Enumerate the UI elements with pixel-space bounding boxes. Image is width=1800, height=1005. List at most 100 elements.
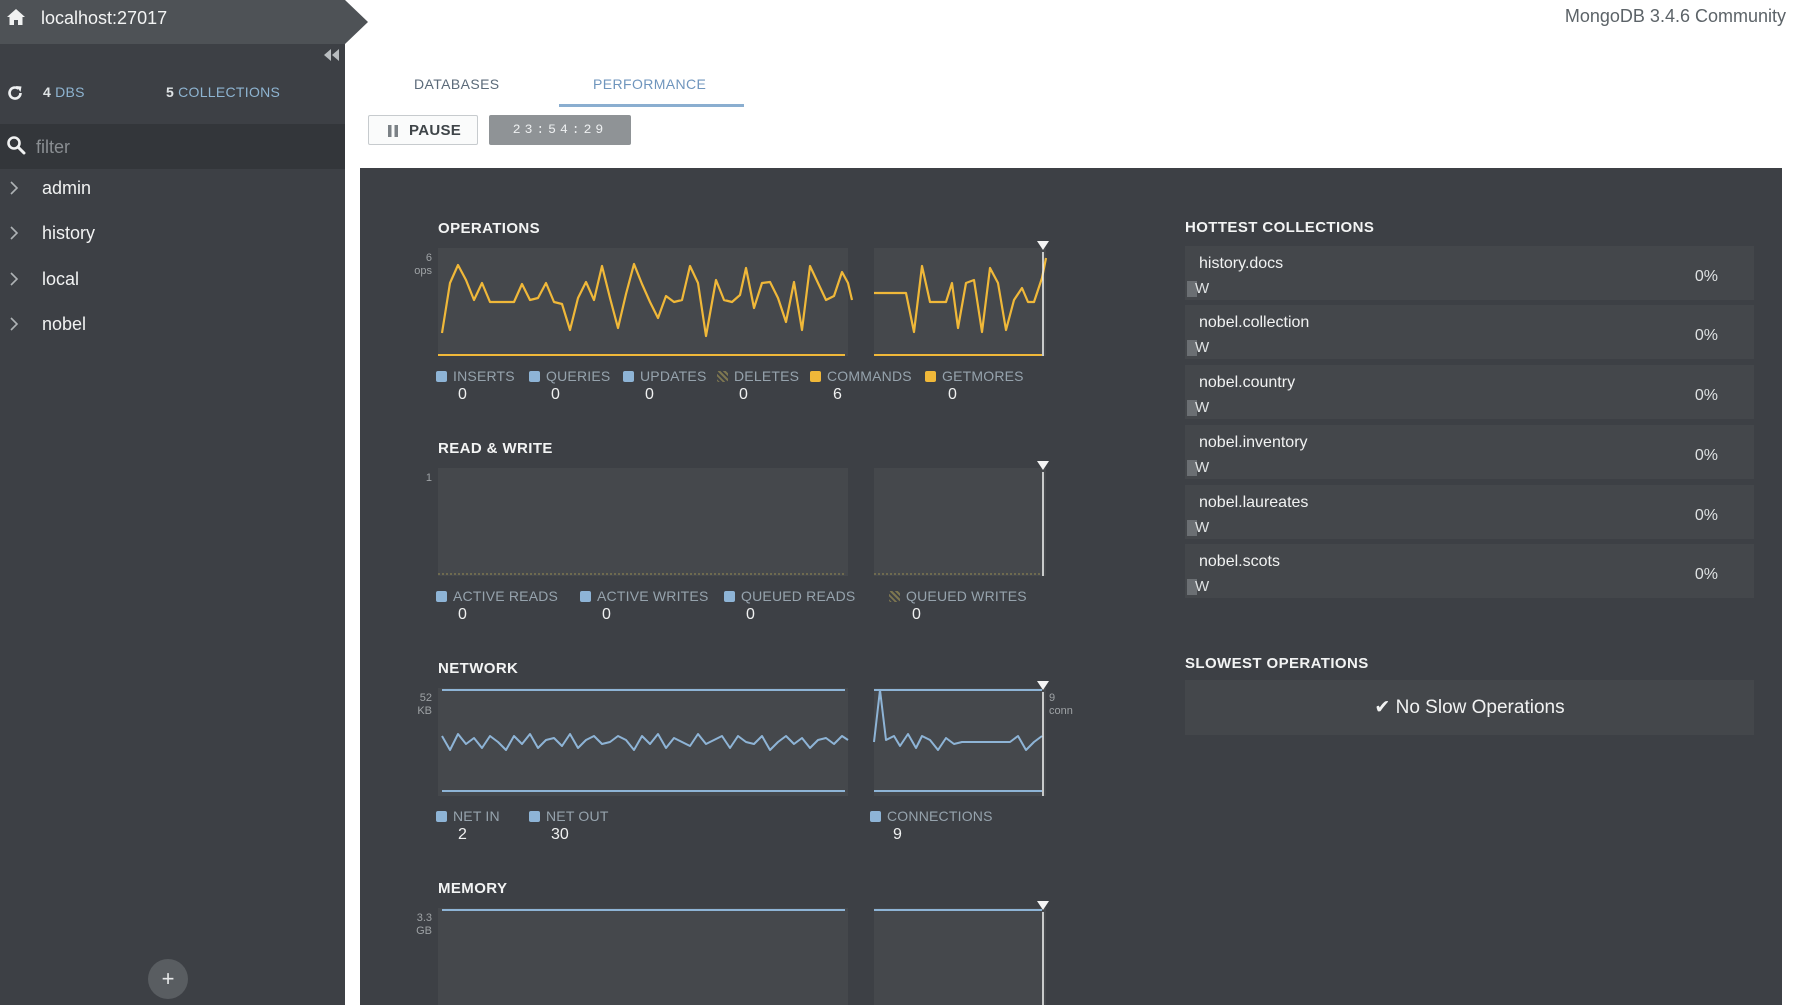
write-indicator: W (1195, 399, 1210, 416)
network-chart (438, 681, 1049, 796)
memory-y-max: 3.3 GB (416, 912, 432, 937)
hot-collection-row: nobel.collection 0% W (1185, 305, 1754, 359)
connection-host: localhost:27017 (41, 8, 168, 28)
database-name: history (42, 223, 96, 243)
collection-percent: 0% (1694, 387, 1718, 404)
sidebar-item-admin[interactable]: admin (0, 168, 345, 208)
legend-deletes: DELETES (717, 368, 799, 384)
network-y-max: 52 KB (417, 692, 432, 717)
chevron-right-icon (10, 181, 19, 195)
database-name: nobel (42, 314, 87, 334)
legend-connections-value: 9 (893, 826, 902, 843)
pause-icon (388, 125, 398, 137)
collection-name: nobel.inventory (1199, 434, 1308, 451)
network-y2-max: 9 conn (1049, 692, 1073, 717)
network-title: NETWORK (438, 660, 519, 677)
chart-area (438, 468, 1046, 576)
sidebar-item-nobel[interactable]: nobel (0, 304, 345, 344)
chevron-right-icon (10, 226, 19, 240)
operations-chart (438, 241, 1049, 356)
collection-name: nobel.country (1199, 374, 1296, 391)
legend-inserts: INSERTS (436, 368, 515, 384)
legend-active-reads-value: 0 (458, 606, 467, 623)
legend-updates: UPDATES (623, 368, 707, 384)
sidebar-item-history[interactable]: history (0, 213, 345, 253)
plus-icon: + (161, 966, 175, 991)
legend-queries-value: 0 (551, 386, 560, 403)
hot-collection-row: nobel.country 0% W (1185, 365, 1754, 419)
operations-title: OPERATIONS (438, 220, 541, 237)
collapse-sidebar-icon[interactable] (320, 47, 342, 63)
legend-queries: QUERIES (529, 368, 610, 384)
write-indicator: W (1195, 519, 1210, 536)
connection-header-arrow (345, 0, 368, 44)
read-write-title: READ & WRITE (438, 440, 553, 457)
operations-y-max: 6 ops (414, 252, 432, 277)
legend-net-out-value: 30 (551, 826, 569, 843)
legend-updates-value: 0 (645, 386, 654, 403)
legend-commands: COMMANDS (810, 368, 912, 384)
chart-area (438, 908, 1046, 1005)
hot-collection-row: history.docs 0% W (1185, 246, 1754, 300)
memory-chart (438, 901, 1049, 1005)
tab-databases[interactable]: DATABASES (414, 76, 500, 92)
chevron-right-icon (10, 272, 19, 286)
collection-percent: 0% (1694, 327, 1718, 344)
legend-active-writes: ACTIVE WRITES (580, 588, 709, 604)
legend-commands-value: 6 (833, 386, 842, 403)
active-tab-indicator (559, 104, 744, 107)
read-write-y-max: 1 (425, 472, 432, 484)
hottest-collections-title: HOTTEST COLLECTIONS (1185, 219, 1375, 236)
slowest-operations-title: SLOWEST OPERATIONS (1185, 655, 1369, 672)
filter-input[interactable] (34, 129, 328, 165)
home-icon (7, 9, 25, 25)
elapsed-timer: 23:54:29 (489, 115, 631, 145)
collection-name: nobel.scots (1199, 553, 1280, 570)
legend-queued-reads-value: 0 (746, 606, 755, 623)
legend-queued-writes: QUEUED WRITES (889, 588, 1027, 604)
collection-name: nobel.collection (1199, 314, 1310, 331)
legend-net-in-value: 2 (458, 826, 467, 843)
collections-count: 5 COLLECTIONS (166, 84, 281, 100)
legend-inserts-value: 0 (458, 386, 467, 403)
chart-gap (848, 468, 874, 576)
write-indicator: W (1195, 578, 1210, 595)
dbs-count: 4 DBS (43, 84, 85, 100)
tab-performance[interactable]: PERFORMANCE (593, 76, 706, 92)
collection-percent: 0% (1694, 566, 1718, 583)
hot-collection-row: nobel.inventory 0% W (1185, 425, 1754, 479)
database-name: local (42, 269, 80, 289)
legend-getmores: GETMORES (925, 368, 1024, 384)
legend-active-writes-value: 0 (602, 606, 611, 623)
collection-percent: 0% (1694, 447, 1718, 464)
server-version: MongoDB 3.4.6 Community (1564, 6, 1786, 26)
legend-net-in: NET IN (436, 808, 500, 824)
memory-title: MEMORY (438, 880, 508, 897)
add-database-button[interactable]: + (148, 959, 188, 999)
hot-collection-row: nobel.laureates 0% W (1185, 485, 1754, 539)
chart-gap (848, 688, 874, 796)
pause-label: PAUSE (409, 122, 462, 139)
write-indicator: W (1195, 459, 1210, 476)
legend-connections: CONNECTIONS (870, 808, 993, 824)
refresh-icon[interactable] (6, 84, 24, 102)
chart-gap (848, 248, 874, 356)
collection-name: history.docs (1199, 255, 1284, 272)
no-slow-operations-message: ✔ No Slow Operations (1374, 697, 1565, 718)
legend-active-reads: ACTIVE READS (436, 588, 558, 604)
legend-net-out: NET OUT (529, 808, 609, 824)
collection-percent: 0% (1694, 268, 1718, 285)
legend-queued-writes-value: 0 (912, 606, 921, 623)
chevron-right-icon (10, 317, 19, 331)
write-indicator: W (1195, 280, 1210, 297)
collection-percent: 0% (1694, 507, 1718, 524)
collection-name: nobel.laureates (1199, 494, 1309, 511)
chart-gap (848, 908, 874, 1005)
search-icon (7, 136, 26, 155)
legend-getmores-value: 0 (948, 386, 957, 403)
sidebar-item-local[interactable]: local (0, 259, 345, 299)
hot-collection-row: nobel.scots 0% W (1185, 544, 1754, 598)
write-indicator: W (1195, 339, 1210, 356)
legend-deletes-value: 0 (739, 386, 748, 403)
read-write-chart (438, 461, 1049, 576)
